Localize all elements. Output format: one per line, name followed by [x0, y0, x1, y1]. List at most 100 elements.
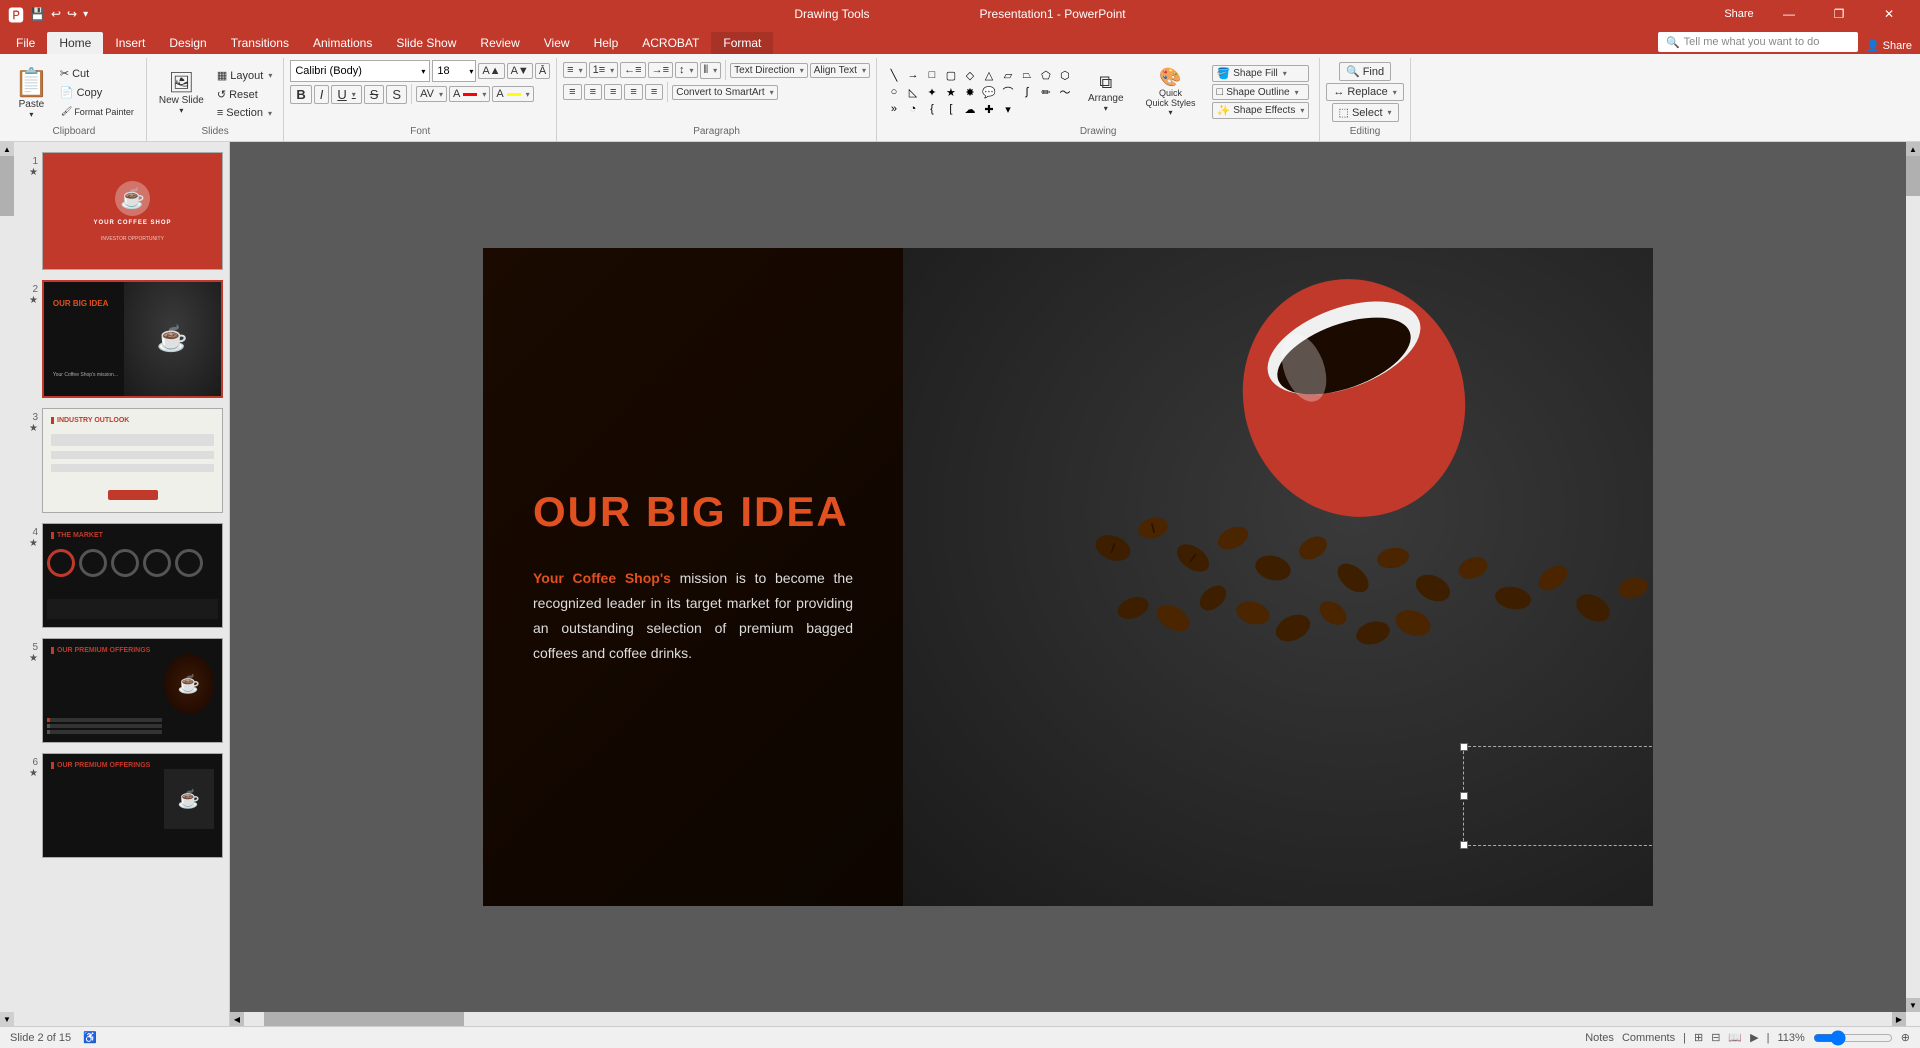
tab-acrobat[interactable]: ACROBAT: [630, 32, 711, 54]
shape-ellipse[interactable]: ○: [885, 84, 903, 100]
scroll-left-button[interactable]: ◀: [230, 1012, 244, 1026]
shape-hexagon[interactable]: ⬡: [1056, 67, 1074, 83]
slide-img-1[interactable]: ☕ YOUR COFFEE SHOP INVESTOR OPPORTUNITY: [42, 152, 223, 270]
font-size-dropdown[interactable]: ▾: [469, 67, 475, 76]
shape-cross[interactable]: ✚: [980, 101, 998, 117]
close-button[interactable]: ✕: [1866, 0, 1912, 28]
decrease-indent-button[interactable]: ←≡: [620, 62, 645, 78]
h-scroll-thumb[interactable]: [264, 1012, 464, 1026]
slide-thumb-2[interactable]: 2 ★ OUR BIG IDEA ☕ Your Coffee Shop's mi…: [18, 278, 225, 400]
highlight-button[interactable]: A ▾: [492, 86, 533, 102]
underline-button[interactable]: U▾: [331, 85, 361, 104]
shapes-palette[interactable]: ╲ → □ ▢ ◇ △ ▱ ⏢ ⬠ ⬡ ○ ◺ ✦ ★ ✸ 💬 ⌒: [883, 65, 1076, 119]
shape-shapes-dropdown[interactable]: ▾: [999, 101, 1017, 117]
numbering-button[interactable]: 1≡▾: [589, 62, 619, 78]
char-spacing-button[interactable]: AV▾: [416, 86, 447, 102]
slide-thumb-1[interactable]: 1 ★ ☕ YOUR COFFEE SHOP INVESTOR OPPORTUN…: [18, 150, 225, 272]
font-name-dropdown[interactable]: ▾: [421, 67, 425, 76]
tab-file[interactable]: File: [4, 32, 47, 54]
zoom-fit-button[interactable]: ⊕: [1901, 1031, 1910, 1044]
shape-star4[interactable]: ✦: [923, 84, 941, 100]
bullets-button[interactable]: ≡▾: [563, 62, 586, 78]
center-button[interactable]: ≡: [584, 84, 602, 100]
slideshow-view-button[interactable]: ▶: [1750, 1031, 1758, 1044]
scroll-thumb[interactable]: [1906, 156, 1920, 196]
slide-thumb-3[interactable]: 3 ★ INDUSTRY OUTLOOK: [18, 406, 225, 515]
tab-format[interactable]: Format: [711, 32, 773, 54]
shape-rounded-rect[interactable]: ▢: [942, 67, 960, 83]
slide-img-3[interactable]: INDUSTRY OUTLOOK: [42, 408, 223, 513]
notes-button[interactable]: Notes: [1585, 1032, 1614, 1044]
scroll-right-button[interactable]: ▶: [1892, 1012, 1906, 1026]
layout-button[interactable]: ▦ Layout ▾: [212, 67, 277, 84]
shape-star8[interactable]: ✸: [961, 84, 979, 100]
increase-font-button[interactable]: A▲: [478, 63, 504, 79]
font-color-button[interactable]: A ▾: [449, 86, 490, 102]
slide-panel-scroll-thumb[interactable]: [0, 156, 14, 216]
canvas-area[interactable]: OUR BIG IDEA Your Coffee Shop's mission …: [230, 142, 1906, 1012]
slide-thumb-4[interactable]: 4 ★ THE MARKET: [18, 521, 225, 630]
font-name-select[interactable]: Calibri (Body) ▾: [290, 60, 430, 82]
shape-rect[interactable]: □: [923, 67, 941, 83]
slide-right-panel[interactable]: [903, 248, 1653, 906]
copy-button[interactable]: 📄 Copy: [55, 84, 140, 101]
arrange-dropdown[interactable]: ▾: [1104, 104, 1108, 113]
save-icon[interactable]: 💾: [30, 7, 45, 21]
tab-review[interactable]: Review: [468, 32, 531, 54]
shape-pie[interactable]: ◔: [904, 101, 922, 117]
convert-smartart-button[interactable]: Convert to SmartArt ▾: [672, 85, 777, 100]
italic-button[interactable]: I: [314, 85, 330, 104]
quick-access-toolbar[interactable]: 🅿 💾 ↩ ↪ ▾: [8, 2, 88, 26]
slide-panel-scroll-up[interactable]: ▲: [0, 142, 14, 156]
tab-animations[interactable]: Animations: [301, 32, 384, 54]
slide-img-5[interactable]: OUR PREMIUM OFFERINGS ☕: [42, 638, 223, 743]
tab-help[interactable]: Help: [582, 32, 631, 54]
reading-view-button[interactable]: 📖: [1728, 1031, 1742, 1044]
cut-button[interactable]: ✂ Cut: [55, 65, 140, 82]
outline-view-button[interactable]: ⊟: [1711, 1031, 1720, 1044]
slide-img-2[interactable]: OUR BIG IDEA ☕ Your Coffee Shop's missio…: [42, 280, 223, 398]
shape-freeform[interactable]: ✏: [1037, 84, 1055, 100]
new-slide-button[interactable]: 🖼 New Slide ▾: [153, 62, 210, 122]
format-painter-button[interactable]: 🖌 Format Painter: [55, 103, 140, 120]
columns-button[interactable]: ⫴▾: [700, 62, 722, 79]
shape-pentagon[interactable]: ⬠: [1037, 67, 1055, 83]
shape-cloud[interactable]: ☁: [961, 101, 979, 117]
bold-button[interactable]: B: [290, 85, 311, 104]
shape-trapezoid[interactable]: ⏢: [1018, 67, 1036, 83]
shape-callout[interactable]: 💬: [980, 84, 998, 100]
minimize-button[interactable]: —: [1766, 0, 1812, 28]
restore-button[interactable]: ❐: [1816, 0, 1862, 28]
shape-scribble[interactable]: 〜: [1056, 84, 1074, 100]
font-size-select[interactable]: ▾: [432, 60, 476, 82]
normal-view-button[interactable]: ⊞: [1694, 1031, 1703, 1044]
share-button[interactable]: Share: [1716, 0, 1762, 28]
zoom-slider[interactable]: [1813, 1030, 1893, 1046]
paste-dropdown[interactable]: ▾: [29, 110, 33, 119]
slide-img-6[interactable]: OUR PREMIUM OFFERINGS ☕: [42, 753, 223, 858]
shape-arrow[interactable]: →: [904, 67, 922, 83]
distributed-button[interactable]: ≡: [645, 84, 663, 100]
canvas-horizontal-scrollbar[interactable]: ◀ ▶: [230, 1012, 1906, 1026]
slide-img-4[interactable]: THE MARKET: [42, 523, 223, 628]
shape-fill-button[interactable]: 🪣 Shape Fill ▾: [1212, 65, 1310, 82]
new-slide-dropdown[interactable]: ▾: [179, 106, 183, 115]
tab-view[interactable]: View: [532, 32, 582, 54]
layout-dropdown[interactable]: ▾: [268, 71, 272, 80]
shape-arc[interactable]: ⌒: [999, 84, 1017, 100]
tab-design[interactable]: Design: [157, 32, 218, 54]
slide-thumb-6[interactable]: 6 ★ OUR PREMIUM OFFERINGS ☕: [18, 751, 225, 860]
align-text-button[interactable]: Align Text ▾: [810, 63, 870, 78]
reset-button[interactable]: ↺ Reset: [212, 86, 277, 103]
shape-brace[interactable]: {: [923, 101, 941, 117]
text-direction-button[interactable]: Text Direction ▾: [730, 63, 808, 78]
arrange-button[interactable]: ⧉ Arrange ▾: [1082, 62, 1130, 122]
quick-styles-button[interactable]: 🎨 Quick Quick Styles ▾: [1140, 62, 1202, 122]
align-left-button[interactable]: ≡: [563, 84, 581, 100]
shape-bracket[interactable]: [: [942, 101, 960, 117]
paste-button[interactable]: 📋 Paste ▾: [8, 61, 55, 123]
tell-me-box[interactable]: 🔍 Tell me what you want to do: [1658, 32, 1858, 52]
clear-format-button[interactable]: Ā: [535, 63, 550, 79]
shape-right-triangle[interactable]: ◺: [904, 84, 922, 100]
shape-line[interactable]: ╲: [885, 67, 903, 83]
